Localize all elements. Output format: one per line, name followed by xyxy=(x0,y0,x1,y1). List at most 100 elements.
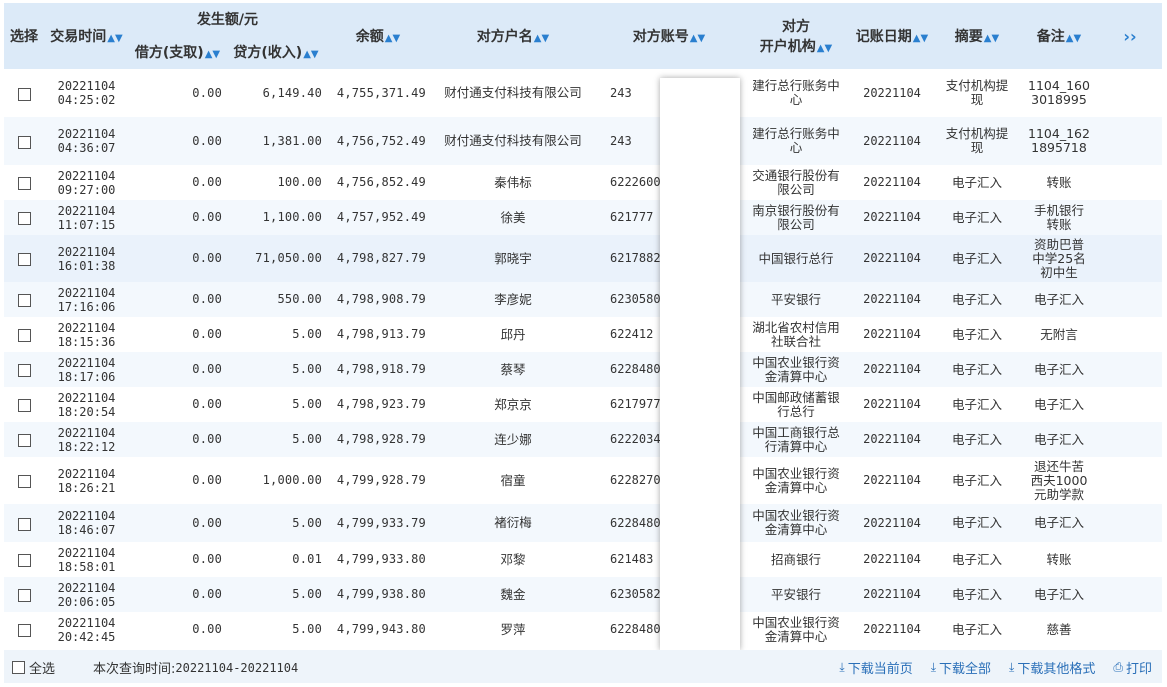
row-checkbox[interactable] xyxy=(17,135,31,149)
footer-left: 全选 本次查询时间: 20221104-20221104 xyxy=(12,658,298,677)
select-all-checkbox[interactable] xyxy=(12,661,25,674)
cell-credit: 71,050.00 xyxy=(226,235,326,282)
table-row[interactable]: 20221104 11:07:15 0.00 1,100.00 4,757,952.49… xyxy=(4,200,1162,235)
cell-bank: 中国农业银行资金清算中心 xyxy=(752,614,840,644)
sort-icon[interactable]: ▲▼ xyxy=(817,43,832,54)
table-row[interactable]: 20221104 17:16:06 0.00 550.00 4,798,908.79 李彦… xyxy=(4,282,1162,317)
sort-icon[interactable]: ▲▼ xyxy=(1066,33,1081,44)
col-select: 选择 xyxy=(4,3,44,69)
table-row[interactable]: 20221104 18:17:06 0.00 5.00 4,798,918.79 蔡琴 62… xyxy=(4,352,1162,387)
more-columns-button[interactable]: ›› xyxy=(1098,3,1162,69)
row-checkbox[interactable] xyxy=(17,177,31,190)
table-row[interactable]: 20221104 04:36:07 0.00 1,381.00 4,756,752.49… xyxy=(4,117,1162,165)
col-account[interactable]: 对方账号▲▼ xyxy=(596,3,742,69)
cell-remark: 电子汇入 xyxy=(1020,282,1098,317)
row-checkbox[interactable] xyxy=(17,554,31,567)
cell-summary: 电子汇入 xyxy=(934,352,1020,387)
sort-icon[interactable]: ▲▼ xyxy=(385,33,400,44)
row-checkbox[interactable] xyxy=(17,294,31,307)
cell-balance: 4,799,933.79 xyxy=(326,504,430,542)
cell-post-date: 20221104 xyxy=(863,327,921,341)
cell-post-date: 20221104 xyxy=(850,200,934,235)
row-checkbox[interactable] xyxy=(17,517,31,531)
sort-icon[interactable]: ▲▼ xyxy=(913,33,928,44)
sort-icon[interactable]: ▲▼ xyxy=(205,49,220,60)
footer-action-2[interactable]: ⤓ 下载其他格式 xyxy=(1009,658,1095,677)
col-debit[interactable]: 借方(支取)▲▼ xyxy=(129,35,226,69)
table-row[interactable]: 20221104 18:46:07 0.00 5.00 4,799,933.79 褚衍梅 6… xyxy=(4,504,1162,542)
table-row[interactable]: 20221104 18:26:21 0.00 1,000.00 4,799,928.79… xyxy=(4,457,1162,504)
cell-name: 邱丹 xyxy=(500,326,526,342)
download-icon: ⤓ xyxy=(1009,660,1015,674)
footer-action-label: 下载全部 xyxy=(939,662,992,677)
table-row[interactable]: 20221104 18:22:12 0.00 5.00 4,798,928.79 连少娜 6… xyxy=(4,422,1162,457)
row-checkbox[interactable] xyxy=(17,87,31,101)
cell-credit: 5.00 xyxy=(292,397,322,411)
cell-remark: 转账 xyxy=(1046,551,1072,567)
row-checkbox[interactable] xyxy=(17,589,31,602)
cell-summary: 电子汇入 xyxy=(934,200,1020,235)
cell-post-date: 20221104 xyxy=(850,235,934,282)
cell-time: 20221104 18:46:07 xyxy=(44,504,129,542)
row-checkbox[interactable] xyxy=(17,364,31,377)
col-summary[interactable]: 摘要▲▼ xyxy=(934,3,1020,69)
cell-credit: 6,149.40 xyxy=(262,85,322,100)
table-row[interactable]: 20221104 16:01:38 0.00 71,050.00 4,798,827.7… xyxy=(4,235,1162,282)
cell-summary: 支付机构提现 xyxy=(934,117,1020,165)
cell-time: 20221104 18:58:01 xyxy=(57,545,116,574)
row-checkbox[interactable] xyxy=(17,253,31,266)
row-checkbox[interactable] xyxy=(17,624,31,637)
cell-name: 罗萍 xyxy=(500,621,526,637)
row-checkbox[interactable] xyxy=(17,212,31,225)
cell-empty xyxy=(1098,317,1162,352)
col-time[interactable]: 交易时间▲▼ xyxy=(44,3,129,69)
cell-balance: 4,799,938.80 xyxy=(326,577,430,612)
cell-name: 郑京京 xyxy=(494,396,532,412)
sort-icon[interactable]: ▲▼ xyxy=(984,33,999,44)
row-checkbox[interactable] xyxy=(17,329,31,342)
cell-summary: 电子汇入 xyxy=(951,326,1002,342)
footer-action-0[interactable]: ⤓ 下载当前页 xyxy=(839,658,912,677)
table-row[interactable]: 20221104 18:58:01 0.00 0.01 4,799,933.80 邓黎 62… xyxy=(4,542,1162,577)
table-row[interactable]: 20221104 04:25:02 0.00 6,149.40 4,755,371.49… xyxy=(4,69,1162,117)
row-checkbox[interactable] xyxy=(17,434,31,447)
row-select-cell xyxy=(4,612,44,647)
row-checkbox[interactable] xyxy=(17,399,31,412)
table-row[interactable]: 20221104 20:06:05 0.00 5.00 4,799,938.80 魏金 62… xyxy=(4,577,1162,612)
col-name[interactable]: 对方户名▲▼ xyxy=(430,3,596,69)
cell-summary: 电子汇入 xyxy=(934,235,1020,282)
cell-empty xyxy=(1098,422,1162,457)
table-row[interactable]: 20221104 18:20:54 0.00 5.00 4,798,923.79 郑京京 6… xyxy=(4,387,1162,422)
cell-balance: 4,798,908.79 xyxy=(326,282,430,317)
chevron-right-icon[interactable]: ›› xyxy=(1123,27,1136,46)
sort-icon[interactable]: ▲▼ xyxy=(534,33,549,44)
cell-balance: 4,755,371.49 xyxy=(336,85,426,100)
footer-actions: ⤓ 下载当前页 ⤓ 下载全部 ⤓ 下载其他格式 ⎙ 打印 xyxy=(839,658,1152,677)
cell-balance: 4,798,827.79 xyxy=(326,235,430,282)
cell-name: 宿童 xyxy=(500,472,526,488)
table-row[interactable]: 20221104 09:27:00 0.00 100.00 4,756,852.49 秦伟… xyxy=(4,165,1162,200)
col-remark[interactable]: 备注▲▼ xyxy=(1020,3,1098,69)
cell-name: 财付通支付科技有限公司 xyxy=(444,85,582,100)
sort-icon[interactable]: ▲▼ xyxy=(690,33,705,44)
select-all-label[interactable]: 全选 xyxy=(29,658,55,677)
sort-icon[interactable]: ▲▼ xyxy=(303,49,318,60)
cell-debit: 0.00 xyxy=(129,117,226,165)
table-row[interactable]: 20221104 20:42:45 0.00 5.00 4,799,943.80 罗萍 62… xyxy=(4,612,1162,647)
col-bank[interactable]: 对方 开户机构▲▼ xyxy=(742,3,850,69)
query-time-label: 本次查询时间: xyxy=(93,662,176,677)
col-balance[interactable]: 余额▲▼ xyxy=(326,3,430,69)
col-post-date[interactable]: 记账日期▲▼ xyxy=(850,3,934,69)
footer-action-label: 打印 xyxy=(1125,662,1152,677)
cell-summary: 电子汇入 xyxy=(934,577,1020,612)
cell-balance: 4,756,752.49 xyxy=(326,117,430,165)
cell-post-date: 20221104 xyxy=(863,397,921,411)
table-row[interactable]: 20221104 18:15:36 0.00 5.00 4,798,913.79 邱丹 62… xyxy=(4,317,1162,352)
row-checkbox[interactable] xyxy=(17,475,31,488)
footer-action-3[interactable]: ⎙ 打印 xyxy=(1113,658,1152,677)
sort-icon[interactable]: ▲▼ xyxy=(107,33,122,44)
cell-summary: 电子汇入 xyxy=(934,504,1020,542)
cell-debit: 0.00 xyxy=(129,504,226,542)
footer-action-1[interactable]: ⤓ 下载全部 xyxy=(931,658,991,677)
col-credit[interactable]: 贷方(收入)▲▼ xyxy=(226,35,326,69)
